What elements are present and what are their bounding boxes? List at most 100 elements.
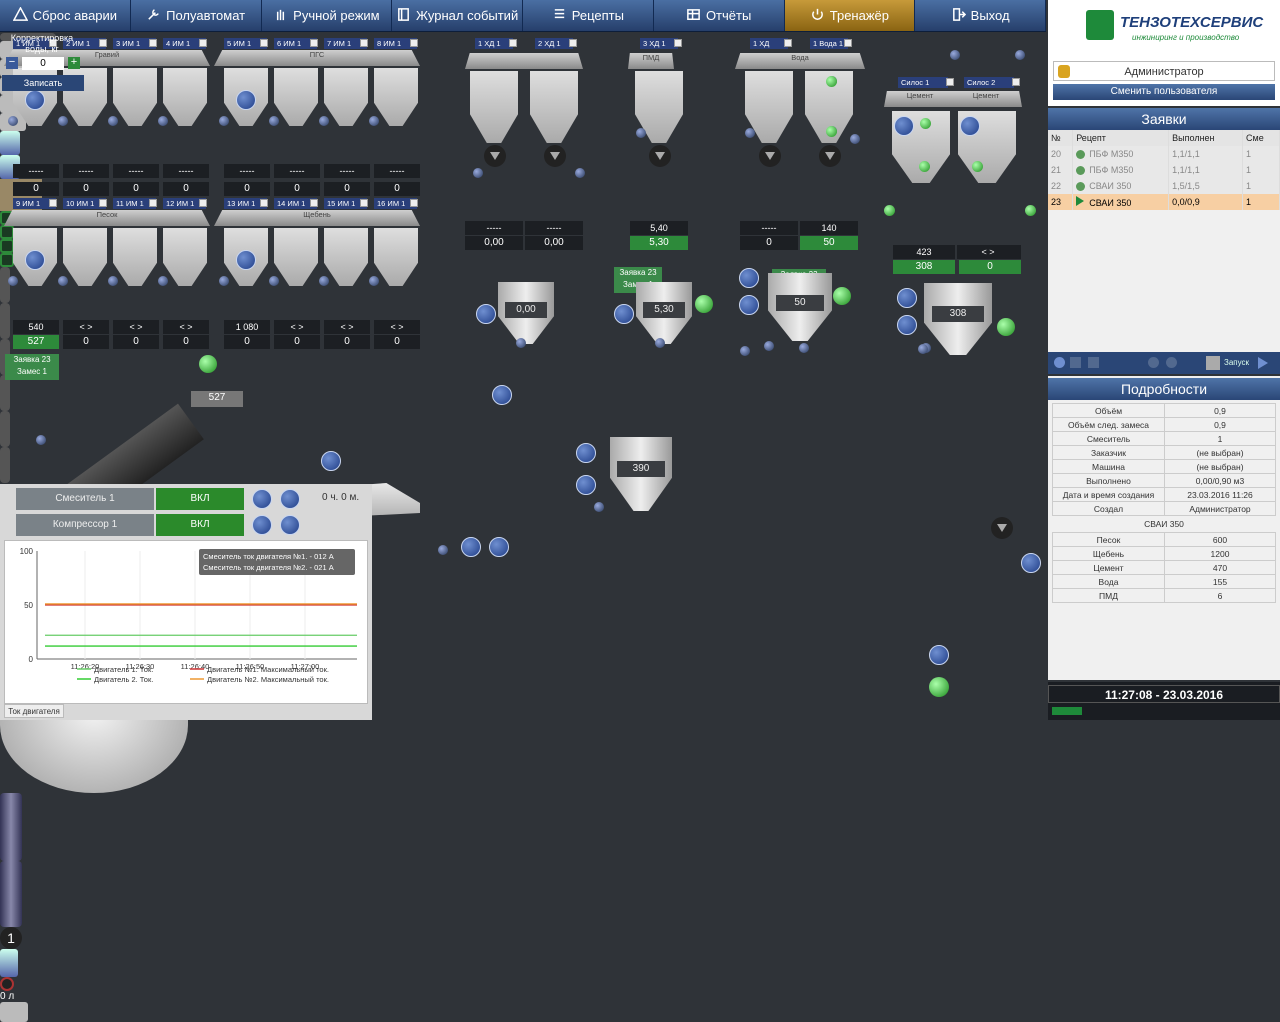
bin-actual: 0 <box>63 182 109 196</box>
additive-checkbox[interactable] <box>844 39 852 47</box>
add-icon[interactable] <box>1054 357 1065 368</box>
additive-checkbox[interactable] <box>569 39 577 47</box>
lock-button[interactable] <box>492 385 512 405</box>
silo-checkbox[interactable] <box>1012 78 1020 86</box>
discharge-valve[interactable] <box>819 145 841 167</box>
discharge-valve[interactable] <box>649 145 671 167</box>
discharge-button[interactable] <box>997 318 1015 336</box>
vibrator-button[interactable] <box>236 250 256 270</box>
bin-checkbox[interactable] <box>199 39 207 47</box>
alarm-bell-button[interactable] <box>929 645 949 665</box>
topbar-button-6[interactable]: Тренажёр <box>784 0 916 31</box>
device-start-button[interactable] <box>280 489 300 509</box>
move-up-icon[interactable] <box>1166 357 1177 368</box>
discharge-valve[interactable] <box>759 145 781 167</box>
orders-row[interactable]: 22 СВАИ 350 1,5/1,5 1 <box>1048 178 1280 194</box>
topbar-button-3[interactable]: Журнал событий <box>392 0 523 31</box>
minus-button[interactable]: − <box>6 57 18 69</box>
bin-checkbox[interactable] <box>99 199 107 207</box>
silo-checkbox[interactable] <box>946 78 954 86</box>
vertical-slider[interactable] <box>0 447 10 483</box>
discharge-valve[interactable] <box>484 145 506 167</box>
device-start-button[interactable] <box>280 515 300 535</box>
y-tick-label: 0 <box>29 655 34 664</box>
device-stop-button[interactable] <box>252 515 272 535</box>
orders-row[interactable]: 23 СВАИ 350 0,0/0,9 1 <box>1048 194 1280 210</box>
green-square-button[interactable] <box>0 253 14 267</box>
lock-button[interactable] <box>739 295 759 315</box>
mixer-unlock-button[interactable] <box>929 677 949 697</box>
vertical-slider[interactable] <box>0 303 10 339</box>
lock-button[interactable] <box>576 443 596 463</box>
bin-checkbox[interactable] <box>260 199 268 207</box>
bin-checkbox[interactable] <box>310 39 318 47</box>
lock-button[interactable] <box>576 475 596 495</box>
silo-aerator-button[interactable] <box>960 116 980 136</box>
bin-checkbox[interactable] <box>49 199 57 207</box>
discharge-button[interactable] <box>695 295 713 313</box>
additive-checkbox[interactable] <box>674 39 682 47</box>
change-user-button[interactable]: Сменить пользователя <box>1053 84 1275 100</box>
lock-button[interactable] <box>614 304 634 324</box>
stop-button[interactable] <box>461 537 481 557</box>
topbar-button-2[interactable]: Ручной режим <box>262 0 393 31</box>
run-label[interactable]: Запуск <box>1224 358 1249 367</box>
bin-checkbox[interactable] <box>149 199 157 207</box>
vertical-slider[interactable] <box>0 375 10 411</box>
topbar-button-4[interactable]: Рецепты <box>523 0 654 31</box>
details-value: (не выбран) <box>1164 445 1276 460</box>
slider-up-button[interactable] <box>199 355 217 373</box>
bin-checkbox[interactable] <box>410 39 418 47</box>
lock-button[interactable] <box>897 315 917 335</box>
topbar-button-5[interactable]: Отчёты <box>654 0 785 31</box>
bin-checkbox[interactable] <box>360 39 368 47</box>
device-stop-button[interactable] <box>252 489 272 509</box>
lock-button[interactable] <box>476 304 496 324</box>
discharge-button[interactable] <box>833 287 851 305</box>
vertical-slider[interactable] <box>0 411 10 447</box>
drum-label: 0 л <box>0 991 15 1002</box>
bin-checkbox[interactable] <box>360 199 368 207</box>
water-correction-input[interactable]: 0 <box>22 57 64 70</box>
device-state: ВКЛ <box>156 488 244 510</box>
pause-button[interactable] <box>739 268 759 288</box>
bin-checkbox[interactable] <box>199 199 207 207</box>
save-correction-button[interactable]: Записать <box>2 75 84 91</box>
logo-icon <box>1086 10 1114 40</box>
green-square-button[interactable] <box>0 239 14 253</box>
additive-hopper <box>530 71 578 143</box>
additive-checkbox[interactable] <box>784 39 792 47</box>
vibrator-button[interactable] <box>236 90 256 110</box>
run-icon[interactable] <box>1258 357 1268 369</box>
lock-button[interactable] <box>321 451 341 471</box>
green-square-button[interactable] <box>0 225 14 239</box>
plus-button[interactable]: + <box>68 57 80 69</box>
drum-valve[interactable] <box>991 517 1013 539</box>
start-button[interactable] <box>489 537 509 557</box>
edit-icon[interactable] <box>1070 357 1081 368</box>
bin-checkbox[interactable] <box>99 39 107 47</box>
vibrator-button[interactable] <box>25 90 45 110</box>
move-down-icon[interactable] <box>1148 357 1159 368</box>
vibrator-button[interactable] <box>25 250 45 270</box>
bin-group-roof: ПГС <box>214 50 420 66</box>
topbar-button-1[interactable]: Полуавтомат <box>131 0 262 31</box>
silo-aerator-button[interactable] <box>894 116 914 136</box>
vertical-slider[interactable] <box>0 267 10 303</box>
stop-icon[interactable] <box>1206 356 1220 370</box>
bin-checkbox[interactable] <box>410 199 418 207</box>
sensor-indicator <box>108 116 118 126</box>
discharge-valve[interactable] <box>544 145 566 167</box>
topbar-button-0[interactable]: Сброс аварии <box>0 0 131 31</box>
additive-checkbox[interactable] <box>509 39 517 47</box>
orders-row[interactable]: 20 ПБФ М350 1,1/1,1 1 <box>1048 146 1280 162</box>
drum-button[interactable] <box>1021 553 1041 573</box>
bin-checkbox[interactable] <box>149 39 157 47</box>
topbar-button-7[interactable]: Выход <box>915 0 1046 31</box>
delete-icon[interactable] <box>1088 357 1099 368</box>
vibrator-button[interactable] <box>897 288 917 308</box>
chart-tab[interactable]: Ток двигателя <box>4 704 64 718</box>
bin-checkbox[interactable] <box>310 199 318 207</box>
bin-checkbox[interactable] <box>260 39 268 47</box>
orders-row[interactable]: 21 ПБФ М350 1,1/1,1 1 <box>1048 162 1280 178</box>
